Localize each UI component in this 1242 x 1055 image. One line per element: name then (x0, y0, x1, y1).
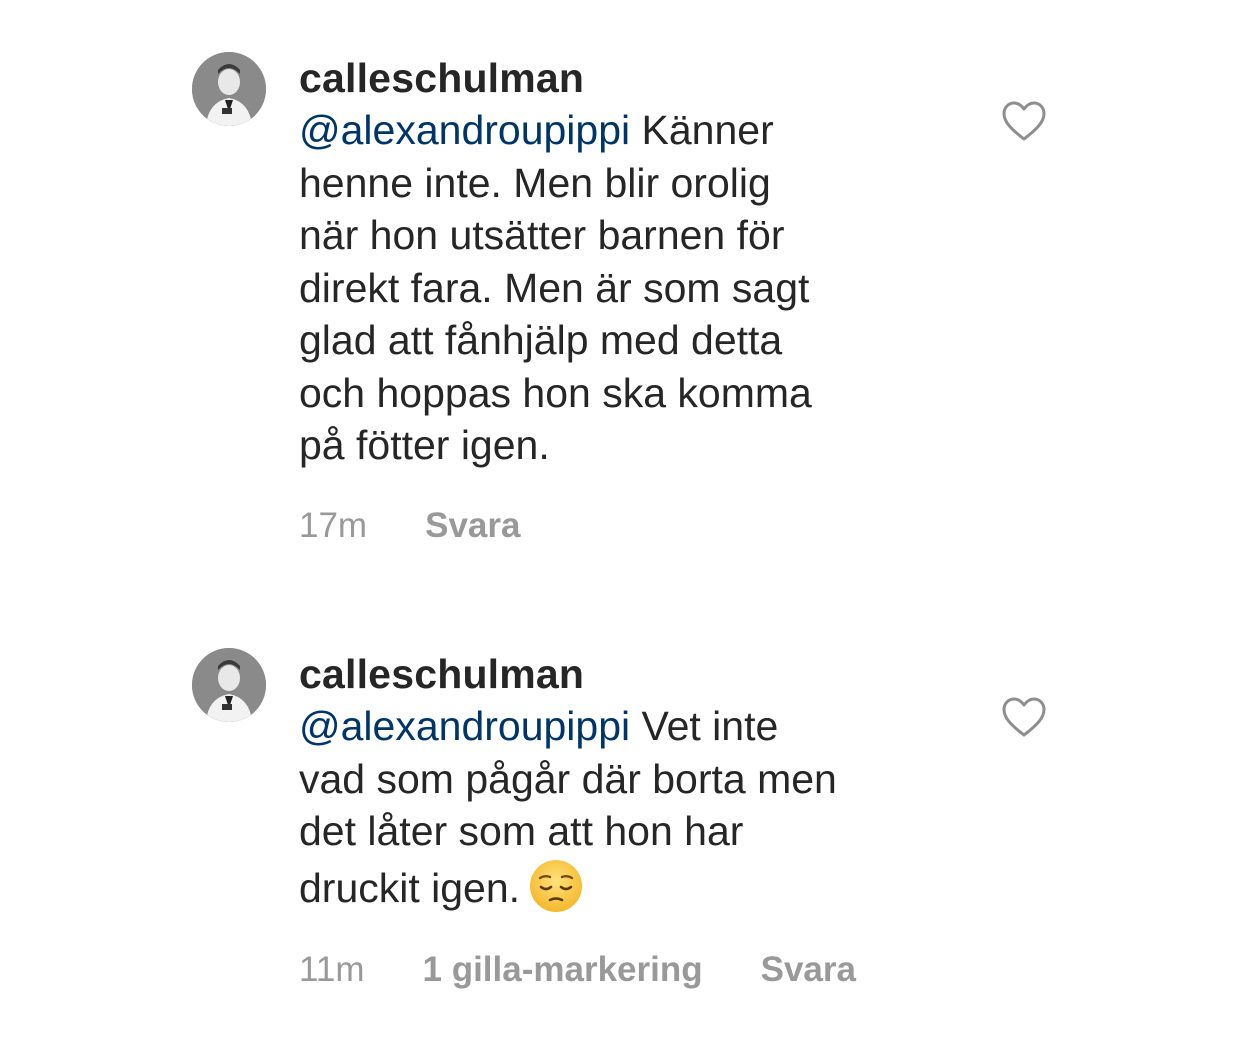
comment-username[interactable]: calleschulman (299, 52, 939, 104)
comment-text: @alexandroupippi Vet inte vad som pågår … (299, 700, 939, 914)
avatar[interactable] (192, 52, 266, 126)
avatar-photo-icon (192, 52, 266, 126)
comment-mention[interactable]: @alexandroupippi (299, 703, 630, 749)
comment-meta: 11m 1 gilla-markering Svara (299, 950, 856, 990)
comment-text: @alexandroupippi Känner henne inte. Men … (299, 104, 939, 472)
comment-body: Känner henne inte. Men blir orolig när h… (299, 107, 812, 468)
heart-outline-icon[interactable] (1001, 696, 1047, 738)
comment-timestamp: 17m (299, 506, 368, 545)
reply-button[interactable]: Svara (761, 950, 856, 990)
reply-button[interactable]: Svara (425, 506, 520, 546)
avatar[interactable] (192, 648, 266, 722)
comment-meta: 17m Svara (299, 506, 520, 546)
comment-mention[interactable]: @alexandroupippi (299, 107, 630, 153)
comment-username[interactable]: calleschulman (299, 648, 939, 700)
heart-outline-icon[interactable] (1001, 100, 1047, 142)
likes-count-button[interactable]: 1 gilla-markering (423, 950, 703, 990)
comment-timestamp: 11m (299, 950, 365, 989)
avatar-photo-icon (192, 648, 266, 722)
pensive-face-emoji-icon (530, 859, 583, 912)
